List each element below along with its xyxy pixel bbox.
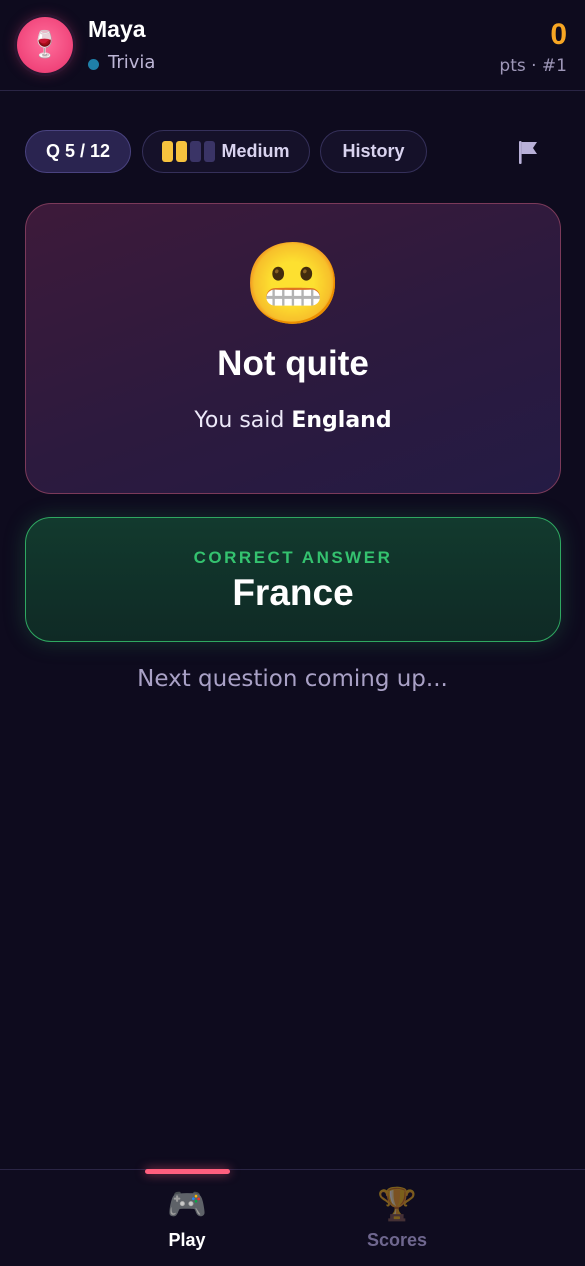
question-counter: Q 5 / 12 [25, 130, 131, 173]
avatar[interactable]: 🍷 [17, 17, 73, 73]
wine-glass-icon: 🍷 [28, 30, 62, 60]
difficulty-segment [204, 141, 216, 162]
result-card: 😬 Not quite You said England [25, 203, 561, 494]
bottom-nav: 🎮 Play 🏆 Scores [0, 1169, 585, 1266]
your-answer-prefix: You said [194, 408, 285, 433]
your-answer-value: England [291, 408, 392, 433]
correct-answer-value: France [232, 572, 354, 613]
nav-tab-play[interactable]: 🎮 Play [127, 1184, 247, 1251]
status-dot-icon [88, 59, 99, 70]
nav-tab-scores-label: Scores [366, 1230, 428, 1250]
active-tab-indicator [145, 1169, 230, 1174]
correct-answer-label: CORRECT ANSWER [193, 548, 393, 567]
nav-tab-play-label: Play [168, 1230, 206, 1250]
grimacing-face-icon: 😬 [243, 237, 343, 330]
game-controller-icon: 🎮 [167, 1185, 207, 1223]
difficulty-segment [176, 141, 188, 162]
difficulty-segment [190, 141, 202, 162]
report-flag-icon[interactable] [515, 138, 541, 166]
your-answer-line: You said England [26, 408, 560, 433]
difficulty-badge: Medium [142, 130, 310, 173]
difficulty-meter [162, 141, 216, 162]
user-name: Maya [88, 16, 146, 42]
difficulty-label: Medium [221, 141, 290, 161]
trophy-icon: 🏆 [377, 1185, 417, 1223]
result-title: Not quite [217, 344, 369, 383]
correct-answer-card: CORRECT ANSWER France [25, 517, 561, 642]
top-bar: 🍷 Maya Trivia 0 pts · #1 [0, 0, 585, 91]
score-value: 0 [550, 18, 567, 51]
app-root: 🍷 Maya Trivia 0 pts · #1 Q 5 / 12 Medium… [0, 0, 585, 1266]
next-question-message: Next question coming up... [137, 666, 448, 692]
difficulty-segment [162, 141, 174, 162]
category-badge[interactable]: History [320, 130, 427, 173]
rank-label: pts · #1 [499, 56, 567, 76]
nav-tab-scores[interactable]: 🏆 Scores [337, 1184, 457, 1251]
game-mode-label: Trivia [108, 52, 156, 73]
